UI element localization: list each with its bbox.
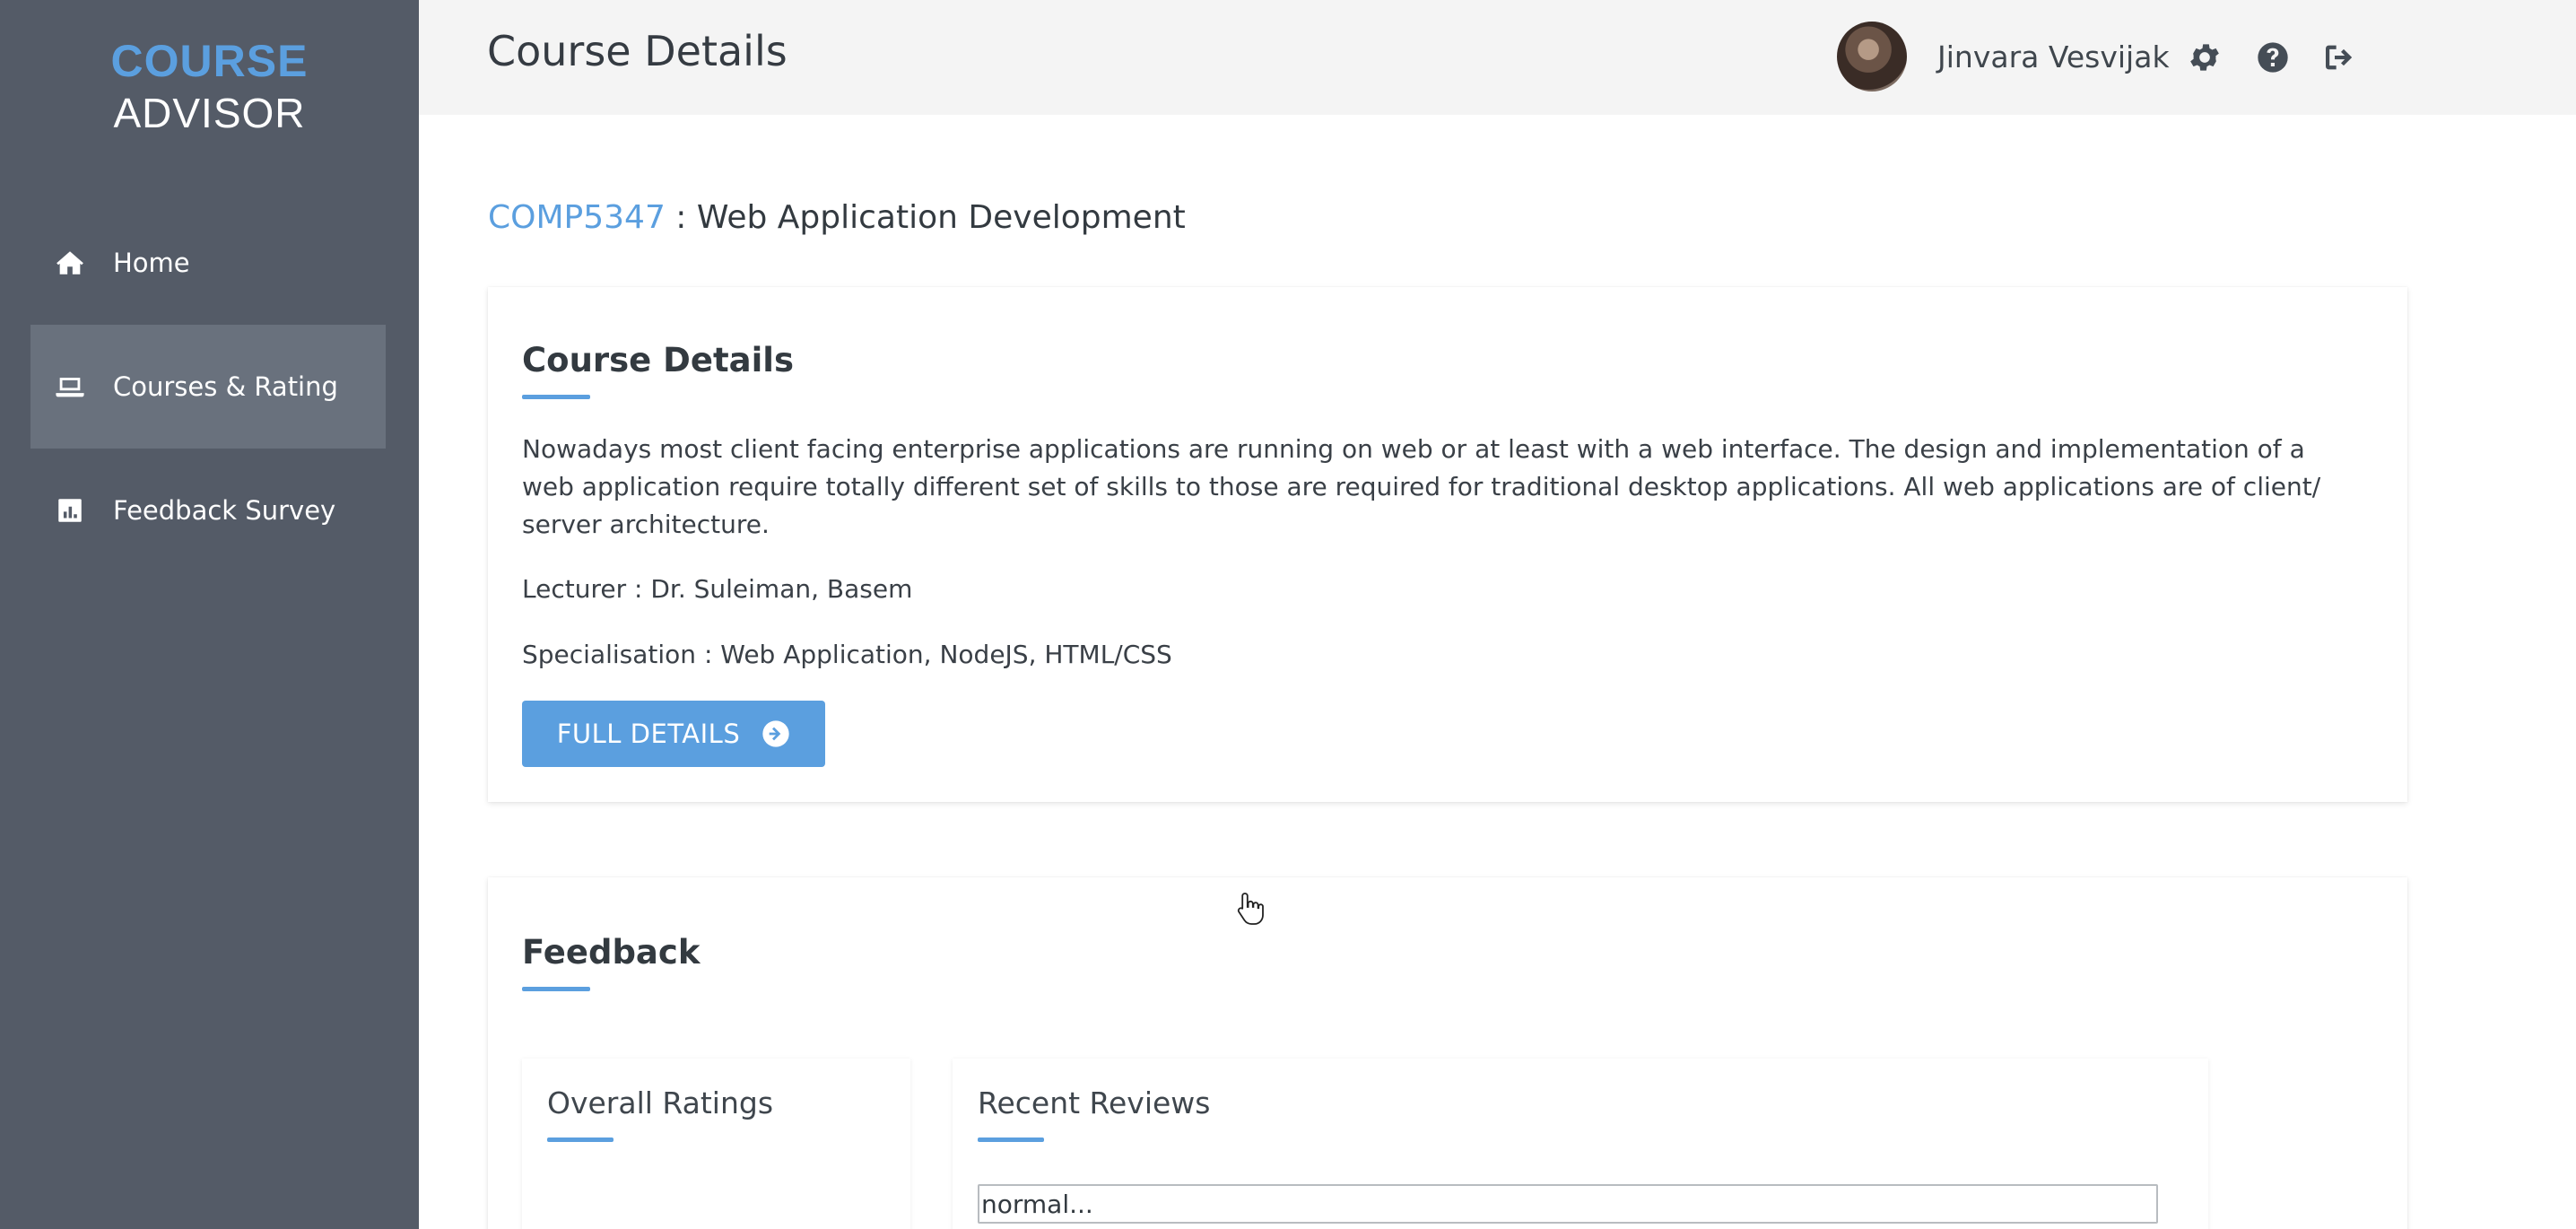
logout-icon[interactable] bbox=[2321, 39, 2357, 75]
feedback-card: Feedback Overall Ratings Recent Reviews bbox=[488, 877, 2407, 1229]
details-title-underline bbox=[522, 395, 590, 399]
course-name: Web Application Development bbox=[696, 199, 1186, 236]
help-icon[interactable] bbox=[2255, 39, 2291, 75]
home-icon bbox=[54, 247, 86, 279]
page-title: Course Details bbox=[487, 27, 788, 75]
lecturer-text: Lecturer : Dr. Suleiman, Basem bbox=[522, 574, 913, 604]
recent-reviews-title: Recent Reviews bbox=[978, 1085, 1211, 1120]
details-title: Course Details bbox=[522, 341, 795, 379]
logo-line-2: ADVISOR bbox=[113, 90, 306, 136]
sidebar-item-label: Home bbox=[113, 248, 190, 278]
specialisation-text: Specialisation : Web Application, NodeJS… bbox=[522, 640, 1172, 669]
course-heading: COMP5347 : Web Application Development bbox=[488, 199, 1186, 236]
chart-icon bbox=[54, 494, 86, 527]
logo-line-1: COURSE bbox=[110, 36, 309, 86]
full-details-button[interactable]: FULL DETAILS bbox=[522, 701, 825, 767]
sidebar-item-home[interactable]: Home bbox=[30, 201, 386, 325]
sidebar-item-courses-rating[interactable]: Courses & Rating bbox=[30, 325, 386, 449]
full-details-label: FULL DETAILS bbox=[556, 719, 741, 749]
avatar[interactable] bbox=[1837, 22, 1907, 92]
app-root: COURSE ADVISOR Home Courses & Rating Fee… bbox=[0, 0, 2576, 1229]
gear-icon[interactable] bbox=[2187, 39, 2223, 75]
top-header: Course Details Jinvara Vesvijak bbox=[419, 0, 2576, 115]
sidebar-item-label: Courses & Rating bbox=[113, 371, 338, 402]
course-details-card: Course Details Nowadays most client faci… bbox=[488, 287, 2407, 802]
recent-reviews-underline bbox=[978, 1137, 1044, 1142]
feedback-title: Feedback bbox=[522, 933, 701, 972]
overall-ratings-panel: Overall Ratings bbox=[522, 1059, 910, 1229]
course-code[interactable]: COMP5347 bbox=[488, 199, 666, 236]
arrow-circle-right-icon bbox=[761, 719, 790, 748]
sidebar-item-feedback-survey[interactable]: Feedback Survey bbox=[30, 449, 386, 572]
overall-ratings-title: Overall Ratings bbox=[547, 1085, 774, 1120]
review-field[interactable] bbox=[978, 1184, 2158, 1224]
sidebar: COURSE ADVISOR Home Courses & Rating Fee… bbox=[0, 0, 419, 1229]
logo[interactable]: COURSE ADVISOR bbox=[0, 34, 419, 138]
course-separator: : bbox=[665, 199, 697, 236]
feedback-title-underline bbox=[522, 987, 590, 991]
hand-cursor-icon bbox=[1236, 891, 1265, 927]
sidebar-item-label: Feedback Survey bbox=[113, 495, 336, 526]
overall-ratings-underline bbox=[547, 1137, 614, 1142]
laptop-icon bbox=[54, 370, 86, 403]
recent-reviews-panel: Recent Reviews bbox=[953, 1059, 2208, 1229]
user-name[interactable]: Jinvara Vesvijak bbox=[1937, 39, 2170, 74]
course-description: Nowadays most client facing enterprise a… bbox=[522, 434, 2321, 539]
